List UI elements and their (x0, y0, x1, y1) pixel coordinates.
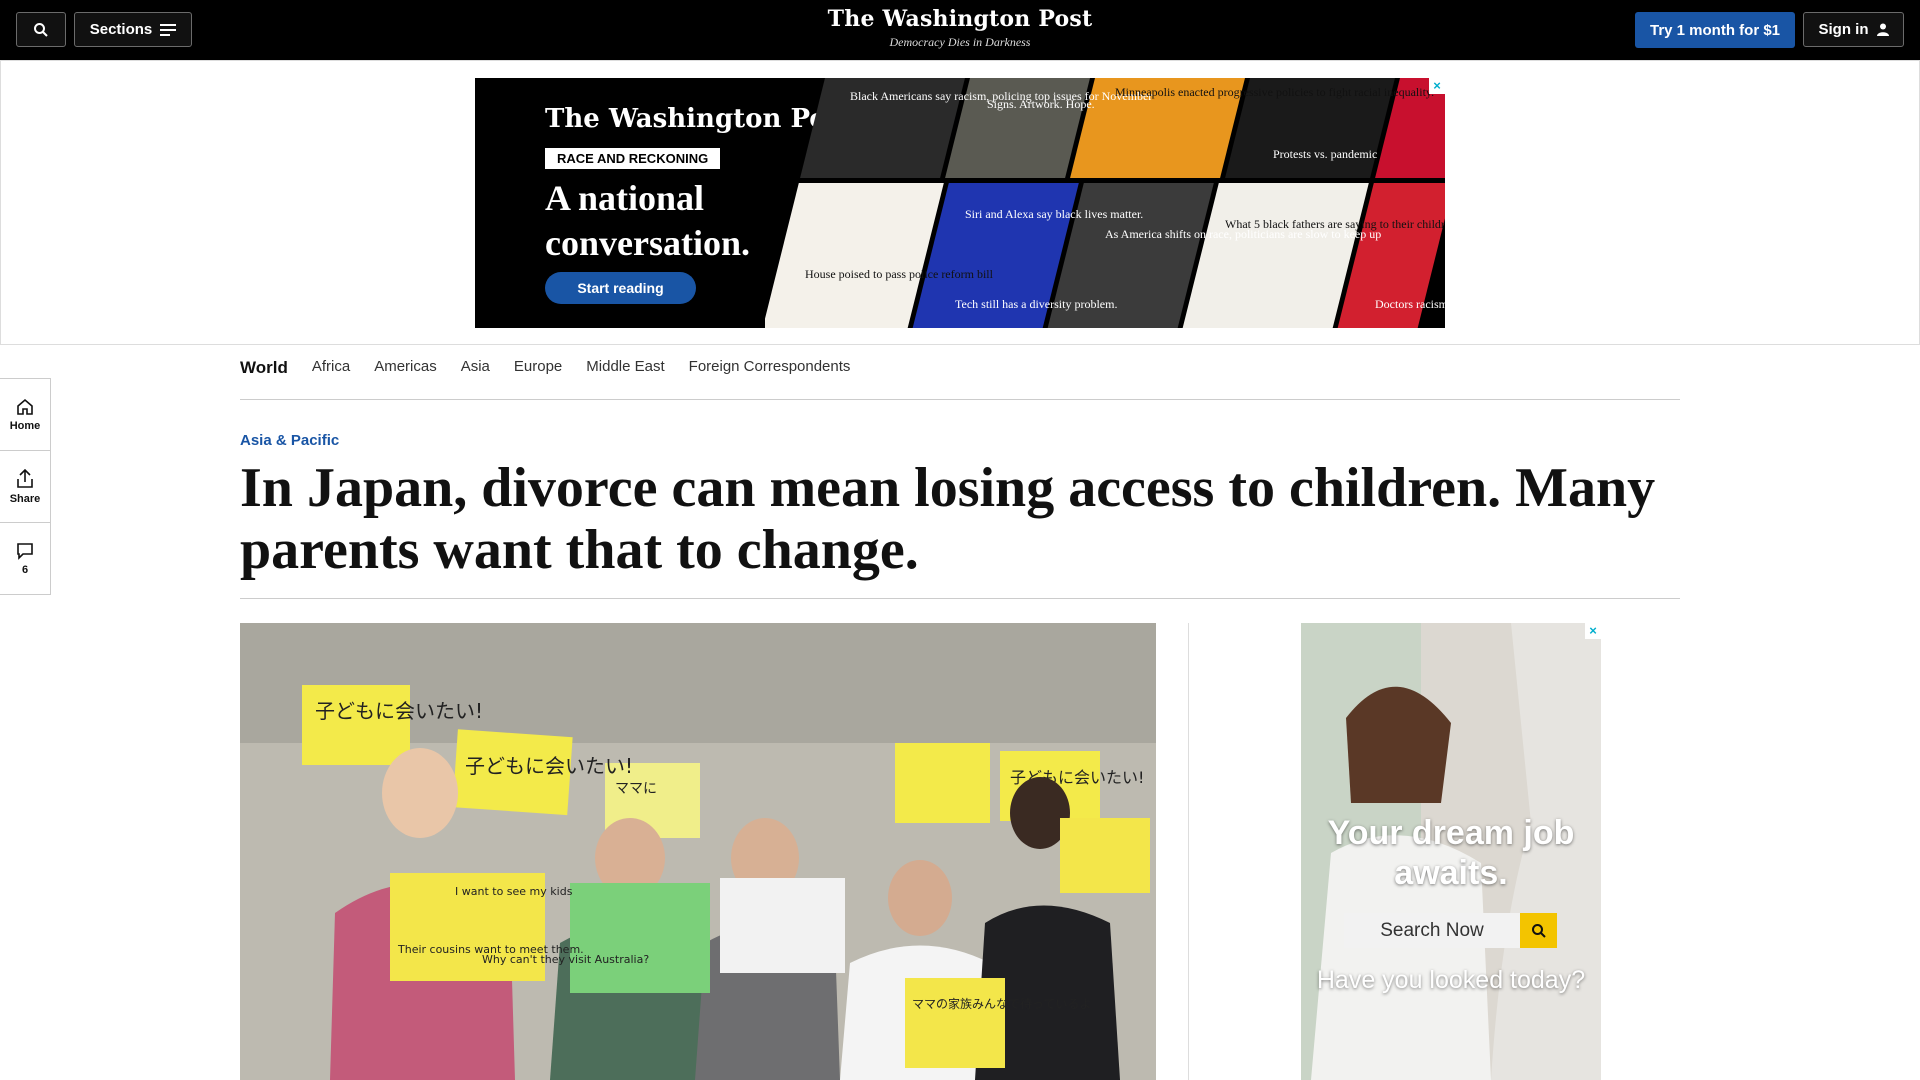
article-headline: In Japan, divorce can mean losing access… (240, 457, 1656, 581)
poster-5 (1060, 818, 1150, 893)
lead-photo[interactable]: 子どもに会いたい! 子どもに会いたい! ママに 子どもに会いたい! I want… (240, 623, 1156, 1080)
sign-text-2: 子どもに会いたい! (465, 754, 633, 778)
search-icon (1531, 923, 1546, 938)
person-1-head (382, 748, 458, 838)
person-4-head (888, 860, 952, 936)
tile-fathers (1182, 183, 1369, 328)
poster-2 (570, 883, 710, 993)
tile-text-7: Tech still has a diversity problem. (955, 297, 1117, 311)
home-label: Home (9, 419, 41, 432)
divider (240, 598, 1680, 599)
article-kicker[interactable]: Asia & Pacific (240, 432, 339, 449)
search-button[interactable] (16, 12, 66, 47)
banner-ad[interactable]: The Washington Post RACE AND RECKONING A… (475, 78, 1445, 328)
tile-text-9: What 5 black fathers are saying to their… (1225, 217, 1445, 231)
nav-americas[interactable]: Americas (374, 358, 437, 375)
side-ad-search-input[interactable]: Search Now (1344, 913, 1520, 948)
subscribe-button[interactable]: Try 1 month for $1 (1635, 12, 1795, 48)
side-ad-cta: Have you looked today? (1316, 966, 1586, 994)
left-rail: Home Share 6 (0, 378, 51, 595)
comments-button[interactable]: 6 (0, 523, 50, 595)
tile-text-5: House poised to pass police reform bill (805, 267, 994, 281)
sign-text-3: ママに (615, 781, 657, 797)
nav-world[interactable]: World (240, 358, 288, 378)
side-ad-search-button[interactable] (1520, 913, 1557, 948)
nav-asia[interactable]: Asia (461, 358, 490, 375)
sign-in-button[interactable]: Sign in (1803, 12, 1904, 47)
home-icon (17, 398, 33, 415)
search-icon (34, 22, 48, 37)
tile-text-3: Minneapolis enacted progressive policies… (1115, 85, 1434, 99)
side-ad-search[interactable]: Search Now (1344, 913, 1557, 948)
section-nav: World Africa Americas Asia Europe Middle… (240, 358, 1680, 400)
side-ad-close-icon[interactable]: × (1585, 623, 1601, 639)
share-button[interactable]: Share (0, 451, 50, 523)
tile-text-10: Doctors racism in (1375, 297, 1445, 311)
start-reading-button[interactable]: Start reading (545, 272, 696, 304)
side-ad-headline: Your dream job awaits. (1327, 814, 1575, 892)
share-icon (17, 468, 33, 488)
nav-africa[interactable]: Africa (312, 358, 350, 375)
sign-in-label: Sign in (1818, 21, 1869, 38)
column-divider (1188, 623, 1189, 1080)
site-logo[interactable]: The Washington Post (760, 6, 1160, 32)
menu-icon (160, 23, 177, 36)
sections-label: Sections (89, 21, 153, 38)
poster-text-1: I want to see my kids (455, 885, 573, 898)
masthead[interactable]: The Washington Post Democracy Dies in Da… (760, 6, 1160, 50)
sections-button[interactable]: Sections (74, 12, 192, 47)
poster-text-4: ママの家族みんなで待っているよ (912, 996, 1091, 1011)
user-icon (1876, 23, 1889, 36)
banner-headline: A national conversation. (545, 178, 750, 263)
nav-foreign-correspondents[interactable]: Foreign Correspondents (689, 358, 851, 375)
sign-4 (895, 743, 990, 823)
poster-3 (720, 878, 845, 973)
poster-4 (905, 978, 1005, 1068)
banner-collage: Black Americans say racism, policing top… (765, 78, 1445, 328)
poster-text-3: Why can't they visit Australia? (482, 953, 649, 966)
tile-text-4: Protests vs. pandemic (1273, 147, 1377, 161)
tagline: Democracy Dies in Darkness (889, 35, 1031, 49)
share-label: Share (9, 492, 41, 505)
home-button[interactable]: Home (0, 379, 50, 451)
tile-text-6: Siri and Alexa say black lives matter. (965, 207, 1143, 221)
sign-1 (302, 685, 410, 765)
side-ad[interactable]: Your dream job awaits. Search Now Have y… (1301, 623, 1601, 1080)
comments-count: 6 (21, 564, 29, 576)
top-bar: Sections The Washington Post Democracy D… (0, 0, 1920, 60)
tile-text-2: Signs. Artwork. Hope. (987, 97, 1095, 111)
comment-icon (17, 543, 33, 560)
tile-police-reform (765, 183, 944, 328)
sign-text-1: 子どもに会いたい! (315, 699, 483, 723)
banner-tag: RACE AND RECKONING (545, 148, 721, 169)
nav-europe[interactable]: Europe (514, 358, 562, 375)
ad-close-icon[interactable]: × (1429, 78, 1445, 94)
nav-middle-east[interactable]: Middle East (586, 358, 664, 375)
